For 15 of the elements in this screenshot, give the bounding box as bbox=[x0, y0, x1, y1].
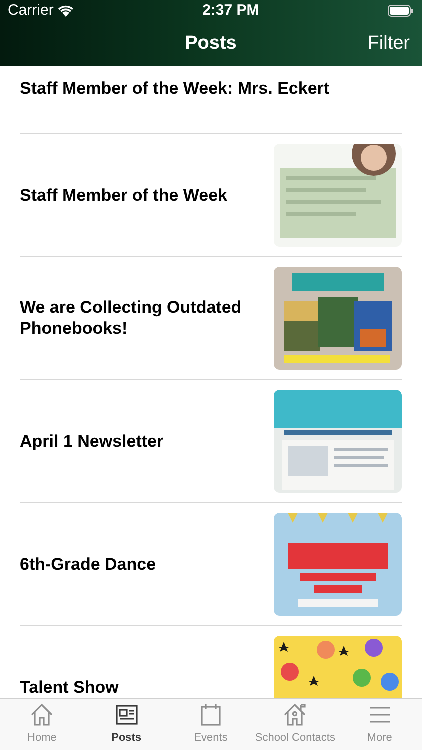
page-title: Posts bbox=[185, 32, 237, 56]
post-title[interactable]: Staff Member of the Week: Mrs. Eckert bbox=[20, 78, 346, 99]
post-title[interactable]: April 1 Newsletter bbox=[20, 430, 180, 452]
post-title[interactable]: Talent Show bbox=[20, 676, 135, 698]
post-title[interactable]: 6th-Grade Dance bbox=[20, 554, 172, 574]
filter-button[interactable]: Filter bbox=[368, 30, 410, 58]
tab-item[interactable]: Posts bbox=[84, 699, 169, 750]
status-time: 2:37 PM bbox=[202, 0, 260, 21]
post-title[interactable]: Staff Member of the Week bbox=[20, 184, 244, 206]
wifi-icon bbox=[58, 5, 74, 17]
post-title[interactable]: We are Collecting Outdated Phonebooks! bbox=[20, 297, 274, 339]
carrier-label: Carrier bbox=[8, 0, 54, 21]
home-icon bbox=[29, 702, 56, 728]
school-icon bbox=[282, 702, 308, 728]
battery-icon bbox=[388, 5, 414, 17]
